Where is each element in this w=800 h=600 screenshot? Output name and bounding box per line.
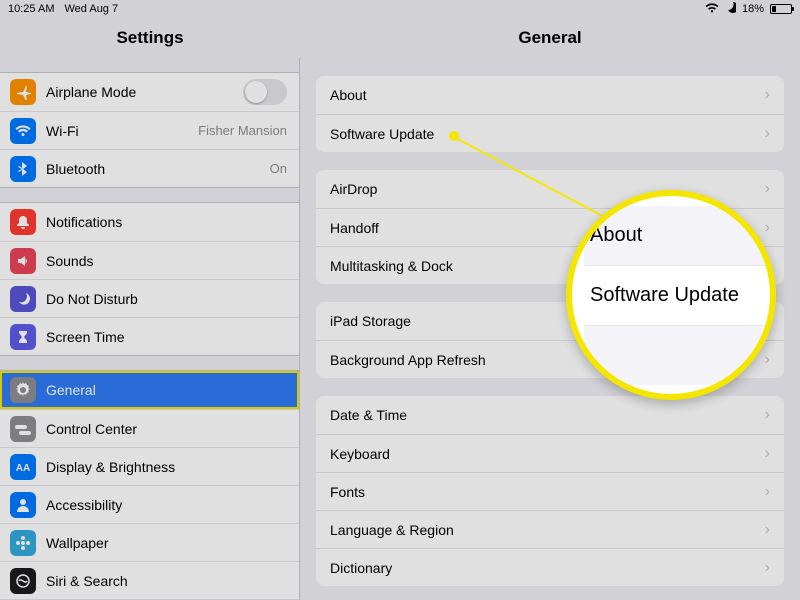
dnd-moon-icon bbox=[725, 2, 736, 16]
chevron-right-icon: › bbox=[765, 86, 770, 104]
wifi-icon bbox=[705, 3, 719, 16]
sidebar-item-siri-search[interactable]: Siri & Search bbox=[0, 561, 299, 599]
sidebar-item-label: Wallpaper bbox=[46, 535, 109, 551]
toggle-airplane-mode[interactable] bbox=[243, 79, 287, 105]
magnifier-callout: About Software Update bbox=[566, 190, 776, 400]
person-icon bbox=[10, 492, 36, 518]
detail-row-label: Software Update bbox=[330, 126, 434, 142]
detail-title: General bbox=[300, 18, 800, 58]
detail-row-date-time[interactable]: Date & Time › bbox=[316, 396, 784, 434]
chevron-right-icon: › bbox=[765, 351, 770, 369]
sidebar-item-label: Notifications bbox=[46, 214, 122, 230]
detail-row-about[interactable]: About › bbox=[316, 76, 784, 114]
sidebar-item-value: Fisher Mansion bbox=[198, 123, 287, 138]
detail-row-language-region[interactable]: Language & Region › bbox=[316, 510, 784, 548]
chevron-right-icon: › bbox=[765, 559, 770, 577]
sidebar-item-label: Accessibility bbox=[46, 497, 122, 513]
sidebar-item-sounds[interactable]: Sounds bbox=[0, 241, 299, 279]
header-bar: Settings General bbox=[0, 18, 800, 58]
wifi-icon bbox=[10, 118, 36, 144]
status-bar: 10:25 AM Wed Aug 7 18% bbox=[0, 0, 800, 18]
gear-icon bbox=[10, 377, 36, 403]
chevron-right-icon: › bbox=[765, 219, 770, 237]
detail-row-label: Multitasking & Dock bbox=[330, 258, 453, 274]
flower-icon bbox=[10, 530, 36, 556]
detail-row-label: Fonts bbox=[330, 484, 365, 500]
detail-row-label: About bbox=[330, 87, 367, 103]
detail-row-label: Background App Refresh bbox=[330, 352, 486, 368]
detail-row-label: Dictionary bbox=[330, 560, 392, 576]
sidebar-item-bluetooth[interactable]: Bluetooth On bbox=[0, 149, 299, 187]
sidebar-item-control-center[interactable]: Control Center bbox=[0, 409, 299, 447]
chevron-right-icon: › bbox=[765, 406, 770, 424]
detail-row-label: Handoff bbox=[330, 220, 379, 236]
detail-row-label: iPad Storage bbox=[330, 313, 411, 329]
sidebar-item-label: Wi-Fi bbox=[46, 123, 79, 139]
detail-row-label: AirDrop bbox=[330, 181, 377, 197]
sidebar-item-label: Control Center bbox=[46, 421, 137, 437]
svg-text:AA: AA bbox=[16, 463, 30, 474]
airplane-icon bbox=[10, 79, 36, 105]
callout-dot bbox=[449, 131, 459, 141]
sidebar-item-label: General bbox=[46, 382, 96, 398]
sidebar-item-label: Display & Brightness bbox=[46, 459, 175, 475]
detail-row-label: Keyboard bbox=[330, 446, 390, 462]
chevron-right-icon: › bbox=[765, 521, 770, 539]
sidebar-item-do-not-disturb[interactable]: Do Not Disturb bbox=[0, 279, 299, 317]
sidebar-item-label: Airplane Mode bbox=[46, 84, 136, 100]
sidebar-item-label: Bluetooth bbox=[46, 161, 105, 177]
magnifier-row-software-update: Software Update bbox=[584, 265, 770, 325]
sidebar-item-display-brightness[interactable]: AA Display & Brightness bbox=[0, 447, 299, 485]
sidebar-item-label: Sounds bbox=[46, 253, 93, 269]
detail-row-label: Language & Region bbox=[330, 522, 454, 538]
sidebar-title: Settings bbox=[0, 18, 300, 58]
aa-icon: AA bbox=[10, 454, 36, 480]
sidebar-item-accessibility[interactable]: Accessibility bbox=[0, 485, 299, 523]
detail-row-software-update[interactable]: Software Update › bbox=[316, 114, 784, 152]
settings-sidebar[interactable]: Airplane Mode Wi-Fi Fisher Mansion Bluetoot… bbox=[0, 58, 300, 600]
sidebar-item-value: On bbox=[270, 161, 287, 176]
detail-row-dictionary[interactable]: Dictionary › bbox=[316, 548, 784, 586]
battery-icon bbox=[770, 4, 792, 14]
detail-row-keyboard[interactable]: Keyboard › bbox=[316, 434, 784, 472]
battery-pct: 18% bbox=[742, 3, 764, 15]
sidebar-item-label: Siri & Search bbox=[46, 573, 128, 589]
sidebar-item-wi-fi[interactable]: Wi-Fi Fisher Mansion bbox=[0, 111, 299, 149]
sidebar-item-label: Do Not Disturb bbox=[46, 291, 138, 307]
switches-icon bbox=[10, 416, 36, 442]
sidebar-item-wallpaper[interactable]: Wallpaper bbox=[0, 523, 299, 561]
chevron-right-icon: › bbox=[765, 445, 770, 463]
sidebar-item-general[interactable]: General bbox=[0, 371, 299, 409]
sidebar-item-label: Screen Time bbox=[46, 329, 125, 345]
status-time: 10:25 AM bbox=[8, 3, 54, 15]
chevron-right-icon: › bbox=[765, 483, 770, 501]
bluetooth-icon bbox=[10, 156, 36, 182]
detail-row-label: Date & Time bbox=[330, 407, 407, 423]
sidebar-item-screen-time[interactable]: Screen Time bbox=[0, 317, 299, 355]
hourglass-icon bbox=[10, 324, 36, 350]
bell-icon bbox=[10, 209, 36, 235]
moon-icon bbox=[10, 286, 36, 312]
siri-icon bbox=[10, 568, 36, 594]
chevron-right-icon: › bbox=[765, 180, 770, 198]
status-date: Wed Aug 7 bbox=[64, 3, 118, 15]
sidebar-item-airplane-mode[interactable]: Airplane Mode bbox=[0, 73, 299, 111]
chevron-right-icon: › bbox=[765, 125, 770, 143]
detail-row-fonts[interactable]: Fonts › bbox=[316, 472, 784, 510]
speaker-icon bbox=[10, 248, 36, 274]
sidebar-item-notifications[interactable]: Notifications bbox=[0, 203, 299, 241]
